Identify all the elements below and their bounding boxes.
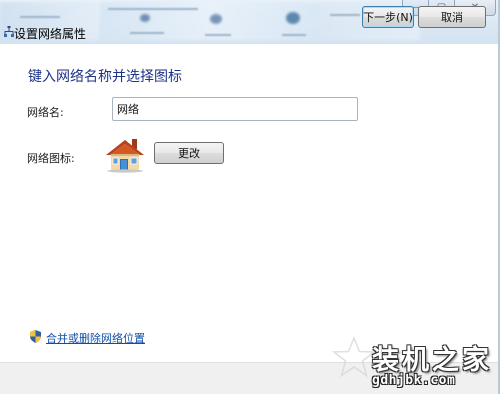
blurred-background-icon: [140, 14, 150, 22]
change-icon-button[interactable]: 更改: [154, 142, 224, 164]
blurred-background-text: [108, 8, 198, 10]
blurred-background-text: [205, 34, 231, 36]
network-name-input[interactable]: [112, 97, 358, 121]
next-button[interactable]: 下一步(N): [362, 6, 414, 28]
blurred-background-icon: [210, 14, 222, 24]
house-icon: [106, 139, 144, 173]
network-icon: [4, 26, 14, 37]
blurred-background-icon: [286, 12, 300, 24]
blurred-background-text: [282, 34, 306, 36]
dialog-content: 键入网络名称并选择图标 网络名: 网络图标: 更改: [0, 44, 498, 362]
blurred-background-text: [330, 14, 360, 16]
watermark-brand: 装机之家: [372, 345, 492, 376]
page-heading: 键入网络名称并选择图标: [28, 69, 182, 85]
merge-delete-network-location-link[interactable]: 合并或删除网络位置: [46, 330, 145, 346]
network-name-label: 网络名:: [27, 106, 64, 119]
window-title: 设置网络属性: [14, 27, 87, 41]
star-icon: [332, 336, 376, 378]
network-properties-window: 设置网络属性 — ▢ ✕ 键入网络名称并选择图标 网络名: 网络图标:: [0, 0, 500, 394]
blurred-background-text: [130, 32, 164, 34]
blurred-background-text: [20, 16, 60, 18]
network-icon-label: 网络图标:: [27, 152, 75, 165]
cancel-button[interactable]: 取消: [418, 6, 486, 28]
uac-shield-icon: [30, 330, 41, 343]
watermark-url: gdhjbk.com: [372, 373, 456, 388]
